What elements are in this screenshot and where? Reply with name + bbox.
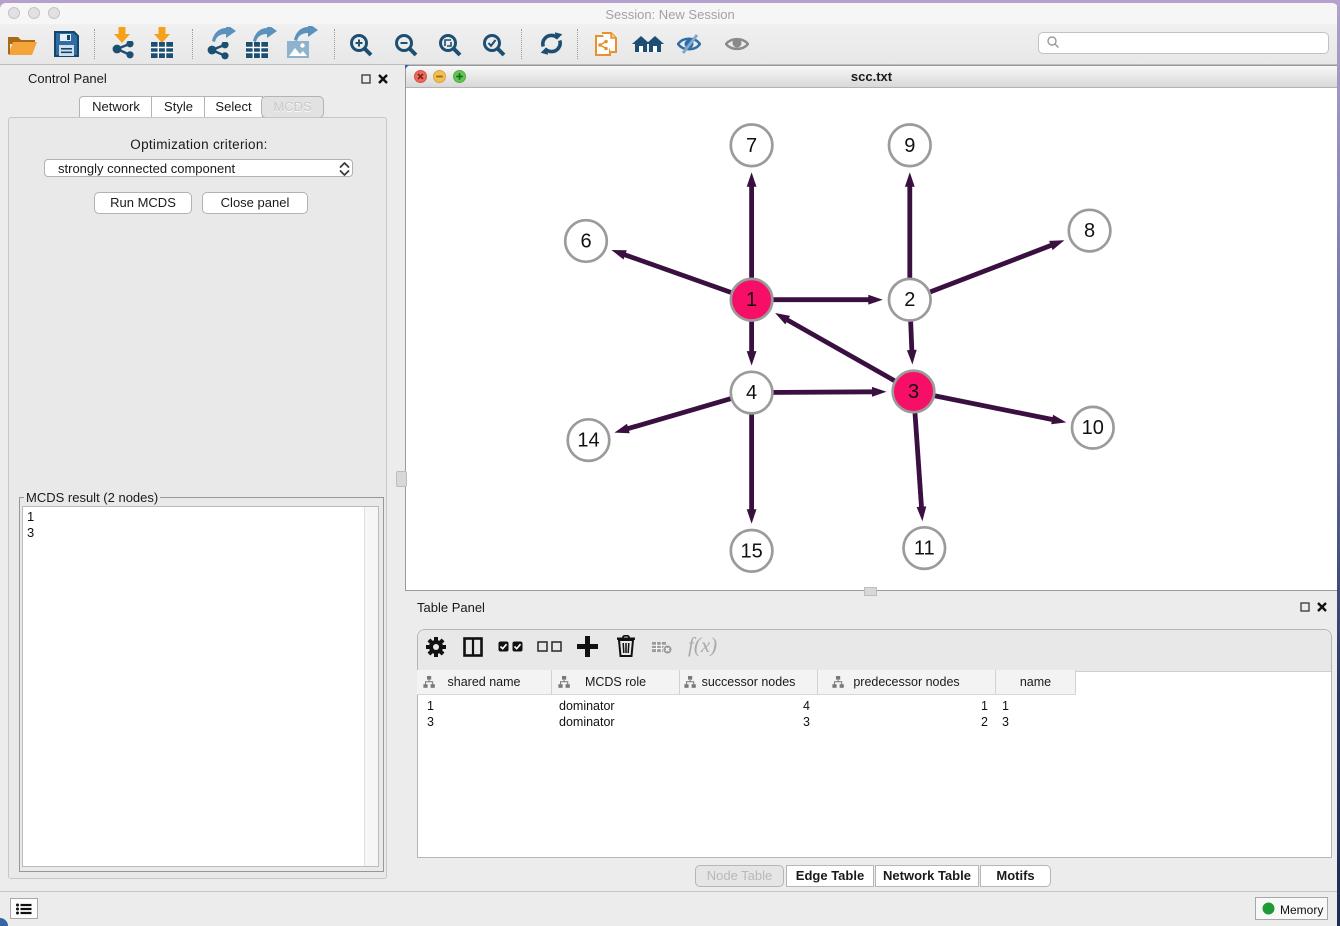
svg-text:4: 4 (746, 382, 757, 404)
svg-text:6: 6 (580, 231, 591, 253)
svg-text:14: 14 (577, 430, 599, 452)
svg-text:1: 1 (746, 289, 757, 311)
svg-text:15: 15 (740, 540, 762, 562)
svg-text:11: 11 (914, 538, 935, 560)
svg-text:8: 8 (1084, 220, 1095, 242)
svg-text:7: 7 (746, 135, 757, 157)
svg-text:3: 3 (908, 381, 919, 403)
svg-text:9: 9 (904, 135, 915, 157)
svg-text:2: 2 (904, 289, 915, 311)
svg-text:10: 10 (1082, 417, 1104, 439)
